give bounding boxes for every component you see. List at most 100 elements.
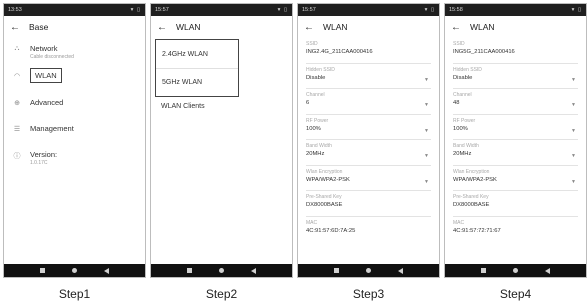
page-title: Base: [29, 22, 49, 32]
home-icon[interactable]: [71, 268, 77, 273]
back-arrow-icon[interactable]: ←: [10, 22, 20, 33]
field-hidden-ssid[interactable]: Hidden SSID Disable ▼: [306, 64, 431, 89]
dropdown-arrow-icon: ▼: [424, 102, 429, 108]
back-icon[interactable]: [398, 267, 404, 274]
menu-item-label: Advanced: [30, 98, 64, 107]
field-ssid[interactable]: SSID ING5G_211CAA000416: [453, 38, 578, 64]
list-item-wlan-clients[interactable]: WLAN Clients: [161, 103, 205, 110]
status-icons: ▾ ▯: [571, 7, 582, 13]
step-caption: Step2: [205, 287, 238, 301]
field-value: WPA/WPA2-PSK: [306, 176, 350, 183]
dropdown-arrow-icon: ▼: [424, 127, 429, 134]
field-band-width[interactable]: Band Width 20MHz ▼: [453, 140, 578, 166]
field-value: Disable: [453, 74, 473, 81]
status-icons: ▾ ▯: [424, 7, 435, 13]
field-label: SSID: [453, 41, 465, 47]
plus-circle-icon: ⊕: [14, 100, 20, 107]
network-icon: ⛬: [14, 45, 20, 52]
field-value: 20MHz: [453, 151, 472, 157]
step-caption: Step4: [499, 287, 532, 301]
status-time: 15:57: [302, 7, 316, 13]
field-label: Band Width: [453, 143, 479, 149]
field-label: Pre-Shared Key: [453, 194, 489, 200]
field-hidden-ssid[interactable]: Hidden SSID Disable ▼: [453, 64, 578, 89]
back-arrow-icon[interactable]: ←: [157, 22, 167, 33]
menu-item-wlan[interactable]: ◠ WLAN: [4, 64, 145, 90]
app-bar: ← Base: [4, 16, 145, 38]
back-icon[interactable]: [251, 267, 257, 274]
field-label: RF Power: [453, 117, 476, 124]
recents-icon[interactable]: [39, 268, 45, 273]
recents-icon[interactable]: [480, 268, 486, 273]
step-caption: Step3: [352, 287, 385, 301]
phone-step3: 15:57 ▾ ▯ ← WLAN SSID ING2.4G_211CAA0004…: [297, 3, 440, 278]
wlan-band-list: 2.4GHz WLAN 5GHz WLAN: [155, 39, 239, 97]
field-value: 20MHz: [306, 151, 325, 157]
nav-bar: [298, 264, 439, 277]
status-time: 15:57: [155, 7, 169, 13]
menu-item-label: Network: [30, 44, 58, 53]
field-label: Wlan Encryption: [306, 168, 343, 175]
home-icon[interactable]: [512, 268, 518, 273]
field-value: 48: [453, 100, 460, 106]
nav-bar: [4, 264, 145, 277]
dropdown-arrow-icon: ▼: [571, 76, 576, 83]
menu-item-label: WLAN: [30, 68, 62, 83]
field-band-width[interactable]: Band Width 20MHz ▼: [306, 140, 431, 166]
page-title: WLAN: [470, 22, 495, 32]
wlan-form-5ghz: SSID ING5G_211CAA000416 Hidden SSID Disa…: [445, 38, 586, 242]
field-channel[interactable]: Channel 6 ▼: [306, 89, 431, 115]
recents-icon[interactable]: [186, 268, 192, 273]
field-mac: MAC 4C:91:57:6D:7A:25: [306, 217, 431, 243]
back-arrow-icon[interactable]: ←: [304, 22, 314, 33]
recents-icon[interactable]: [333, 268, 339, 273]
field-mac: MAC 4C:91:57:72:71:67: [453, 217, 578, 243]
home-icon[interactable]: [365, 268, 371, 273]
field-label: Channel: [306, 92, 325, 98]
status-bar: 15:57 ▾ ▯: [298, 4, 439, 16]
field-label: MAC: [306, 219, 318, 226]
back-arrow-icon[interactable]: ←: [451, 22, 461, 33]
field-value: DX8000BASE: [453, 202, 490, 208]
back-icon[interactable]: [545, 267, 551, 274]
field-pre-shared-key[interactable]: Pre-Shared Key DX8000BASE: [453, 191, 578, 217]
field-value: 4C:91:57:6D:7A:25: [306, 227, 356, 234]
menu-item-advanced[interactable]: ⊕ Advanced: [4, 90, 145, 116]
field-label: SSID: [306, 41, 318, 47]
field-pre-shared-key[interactable]: Pre-Shared Key DX8000BASE: [306, 191, 431, 217]
phone-step1: 13:53 ▾ ▯ ← Base ⛬ Network Cable disconn…: [3, 3, 146, 278]
field-wlan-encryption[interactable]: Wlan Encryption WPA/WPA2-PSK ▼: [306, 166, 431, 191]
dropdown-arrow-icon: ▼: [571, 102, 576, 108]
dropdown-arrow-icon: ▼: [424, 153, 429, 159]
field-ssid[interactable]: SSID ING2.4G_211CAA000416: [306, 38, 431, 64]
status-bar: 15:58 ▾ ▯: [445, 4, 586, 16]
field-channel[interactable]: Channel 48 ▼: [453, 89, 578, 115]
menu-item-management[interactable]: ☰ Management: [4, 116, 145, 142]
nav-bar: [151, 264, 292, 277]
field-value: 100%: [453, 125, 468, 132]
field-label: Hidden SSID: [453, 66, 482, 73]
field-value: ING2.4G_211CAA000416: [306, 49, 373, 55]
status-time: 15:58: [449, 7, 463, 13]
field-label: MAC: [453, 219, 465, 226]
app-bar: ← WLAN: [298, 16, 439, 38]
field-value: Disable: [306, 74, 326, 81]
menu-item-network[interactable]: ⛬ Network Cable disconnected: [4, 38, 145, 64]
status-icons: ▾ ▯: [277, 7, 288, 13]
wifi-icon: ◠: [13, 73, 21, 80]
field-rf-power[interactable]: RF Power 100% ▼: [453, 115, 578, 140]
field-rf-power[interactable]: RF Power 100% ▼: [306, 115, 431, 140]
list-item-24ghz[interactable]: 2.4GHz WLAN: [156, 40, 238, 68]
status-time: 13:53: [8, 7, 22, 13]
field-label: Wlan Encryption: [453, 168, 490, 175]
status-icons: ▾ ▯: [130, 7, 141, 13]
list-item-5ghz[interactable]: 5GHz WLAN: [156, 68, 238, 96]
field-value: 100%: [306, 125, 321, 132]
field-wlan-encryption[interactable]: Wlan Encryption WPA/WPA2-PSK ▼: [453, 166, 578, 191]
home-icon[interactable]: [218, 268, 224, 273]
phone-step2: 15:57 ▾ ▯ ← WLAN 2.4GHz WLAN 5GHz WLAN W…: [150, 3, 293, 278]
field-label: Pre-Shared Key: [306, 194, 342, 200]
field-value: WPA/WPA2-PSK: [453, 176, 497, 183]
dropdown-arrow-icon: ▼: [571, 127, 576, 134]
back-icon[interactable]: [104, 267, 110, 274]
